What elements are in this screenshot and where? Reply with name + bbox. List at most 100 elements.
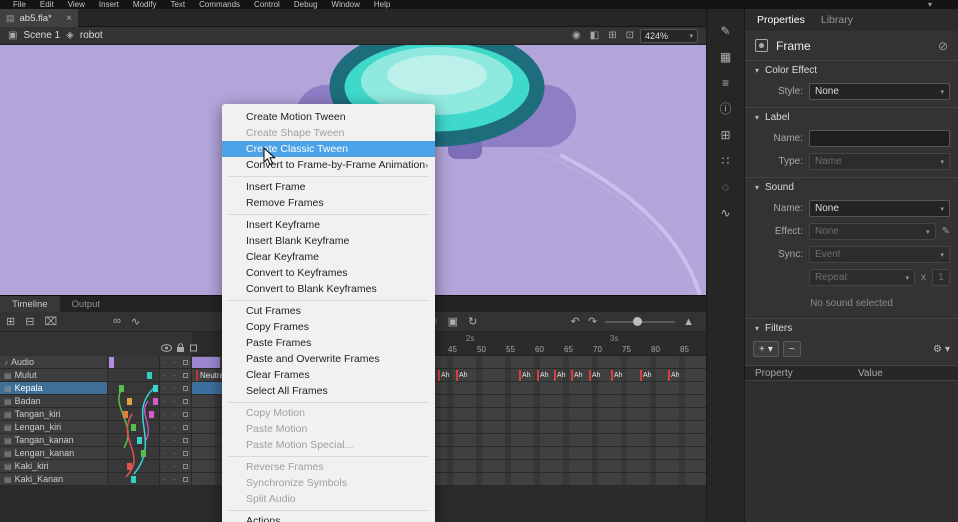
context-menu-item[interactable]: Paste Motion Special... (222, 437, 435, 453)
menubar-item[interactable]: Control (247, 0, 287, 9)
context-menu-item[interactable]: Clear Keyframe (222, 249, 435, 265)
frame-picker-icon[interactable]: ▦ (715, 49, 737, 65)
menubar-item[interactable]: Help (367, 0, 397, 9)
graph-editor-icon[interactable]: ∿ (131, 315, 140, 328)
delete-layer-icon[interactable]: ⌧ (44, 315, 57, 328)
context-menu-item[interactable]: Actions (222, 513, 435, 522)
audio-span[interactable] (192, 357, 220, 368)
layer-parenting-cell[interactable] (108, 408, 160, 420)
selected-frames[interactable] (192, 382, 222, 394)
layer-toggles[interactable]: ·· (160, 356, 192, 368)
context-menu-item[interactable]: Convert to Keyframes (222, 265, 435, 281)
menubar-item[interactable]: Text (163, 0, 192, 9)
layer-parenting-icon[interactable]: ∞ (113, 315, 121, 328)
context-menu-item[interactable]: Create Motion Tween (222, 109, 435, 125)
layer-parenting-cell[interactable] (108, 395, 160, 407)
layer-parenting-cell[interactable] (108, 473, 160, 485)
add-filter-button[interactable]: + ▾ (753, 341, 779, 357)
menubar-item[interactable]: Window (324, 0, 366, 9)
context-menu-item[interactable]: Copy Motion (222, 405, 435, 421)
sound-name-select[interactable]: None ▾ (809, 200, 950, 217)
context-menu-item[interactable]: Reverse Frames (222, 459, 435, 475)
context-menu-item[interactable]: Convert to Blank Keyframes (222, 281, 435, 297)
context-menu-item[interactable]: Remove Frames (222, 195, 435, 211)
context-menu-item[interactable]: Create Classic Tween (222, 141, 435, 157)
layer-parenting-cell[interactable] (108, 421, 160, 433)
context-menu-item[interactable]: Insert Blank Keyframe (222, 233, 435, 249)
section-color-effect[interactable]: ▾ Color Effect (745, 61, 958, 80)
swatches-icon[interactable]: ∷ (715, 153, 737, 169)
fill-stage-icon[interactable]: ◧ (590, 30, 599, 41)
layer-toggles[interactable]: ·· (160, 434, 192, 446)
layer-toggles[interactable]: ·· (160, 421, 192, 433)
layer-toggles[interactable]: ·· (160, 382, 192, 394)
menubar-item[interactable]: Commands (192, 0, 247, 9)
context-menu-item[interactable] (222, 173, 435, 179)
step-forward-icon[interactable]: ↷ (588, 315, 597, 328)
layer-toggles[interactable]: ·· (160, 447, 192, 459)
context-menu-item[interactable]: Select All Frames (222, 383, 435, 399)
brush-icon[interactable]: ✎ (715, 23, 737, 39)
visibility-eye-icon[interactable] (161, 343, 172, 353)
edit-envelope-icon[interactable]: ✎ (942, 226, 950, 237)
outline-color-icon[interactable] (189, 343, 198, 353)
context-menu-item[interactable]: Paste Motion (222, 421, 435, 437)
close-tab-icon[interactable]: × (66, 13, 72, 24)
menubar-item[interactable]: Modify (126, 0, 164, 9)
context-menu-item[interactable]: Insert Frame (222, 179, 435, 195)
layer-toggles[interactable]: ·· (160, 408, 192, 420)
context-menu-item[interactable]: Create Shape Tween (222, 125, 435, 141)
context-menu-item[interactable]: Insert Keyframe (222, 217, 435, 233)
loop-icon[interactable]: ↻ (468, 315, 477, 328)
camera-icon[interactable]: ◉ (572, 30, 581, 41)
layer-toggles[interactable]: ·· (160, 369, 192, 381)
layer-parenting-cell[interactable] (108, 369, 160, 381)
document-tab[interactable]: ▤ ab5.fla* × (0, 9, 78, 27)
layer-toggles[interactable]: ·· (160, 460, 192, 472)
breadcrumb-symbol[interactable]: robot (80, 30, 103, 41)
context-menu-item[interactable]: Synchronize Symbols (222, 475, 435, 491)
breadcrumb-scene[interactable]: Scene 1 (23, 30, 60, 41)
context-menu-item[interactable] (222, 211, 435, 217)
context-menu-item[interactable]: Split Audio (222, 491, 435, 507)
align-icon[interactable]: ≡ (715, 75, 737, 91)
section-filters[interactable]: ▾ Filters (745, 319, 958, 338)
context-menu-item[interactable] (222, 507, 435, 513)
layer-parenting-cell[interactable] (108, 447, 160, 459)
step-back-icon[interactable]: ↶ (571, 315, 580, 328)
layer-toggles[interactable]: ·· (160, 473, 192, 485)
lasso-icon[interactable]: ◌ (715, 179, 737, 195)
center-stage-icon[interactable]: ⊞ (608, 30, 616, 41)
remove-filter-button[interactable]: − (783, 341, 801, 357)
menubar-item[interactable]: Debug (287, 0, 325, 9)
layer-toggles[interactable]: ·· (160, 395, 192, 407)
clip-content-icon[interactable]: ⊡ (626, 30, 634, 41)
new-folder-icon[interactable]: ⊟ (25, 315, 34, 328)
filter-options-gear-icon[interactable]: ⚙ (933, 344, 942, 355)
context-menu-item[interactable] (222, 453, 435, 459)
tab-output[interactable]: Output (60, 296, 113, 312)
new-layer-icon[interactable]: ⊞ (6, 315, 15, 328)
frame-size-icon[interactable]: ▲ (683, 316, 694, 328)
graph-icon[interactable]: ∿ (715, 205, 737, 221)
panel-options-icon[interactable]: ⊘ (938, 39, 948, 53)
edit-multiple-frames-icon[interactable]: ▣ (448, 315, 458, 328)
workspace-caret-icon[interactable]: ▾ (928, 0, 946, 9)
layer-parenting-cell[interactable] (108, 460, 160, 472)
layer-parenting-cell[interactable] (108, 382, 160, 394)
tab-timeline[interactable]: Timeline (0, 296, 60, 312)
context-menu-item[interactable] (222, 297, 435, 303)
section-sound[interactable]: ▾ Sound (745, 178, 958, 197)
context-menu-item[interactable]: Clear Frames (222, 367, 435, 383)
layer-parenting-cell[interactable] (108, 356, 160, 368)
menubar-item[interactable]: View (61, 0, 92, 9)
context-menu-item[interactable] (222, 399, 435, 405)
lock-icon[interactable] (176, 343, 185, 353)
grid-icon[interactable]: ⊞ (715, 127, 737, 143)
zoom-select[interactable]: 424% ▾ (640, 29, 698, 43)
context-menu-item[interactable]: Copy Frames (222, 319, 435, 335)
timeline-zoom-slider[interactable] (605, 321, 675, 323)
context-menu-item[interactable]: Paste and Overwrite Frames (222, 351, 435, 367)
frame-label-input[interactable] (809, 130, 950, 147)
style-select[interactable]: None ▾ (809, 83, 950, 100)
